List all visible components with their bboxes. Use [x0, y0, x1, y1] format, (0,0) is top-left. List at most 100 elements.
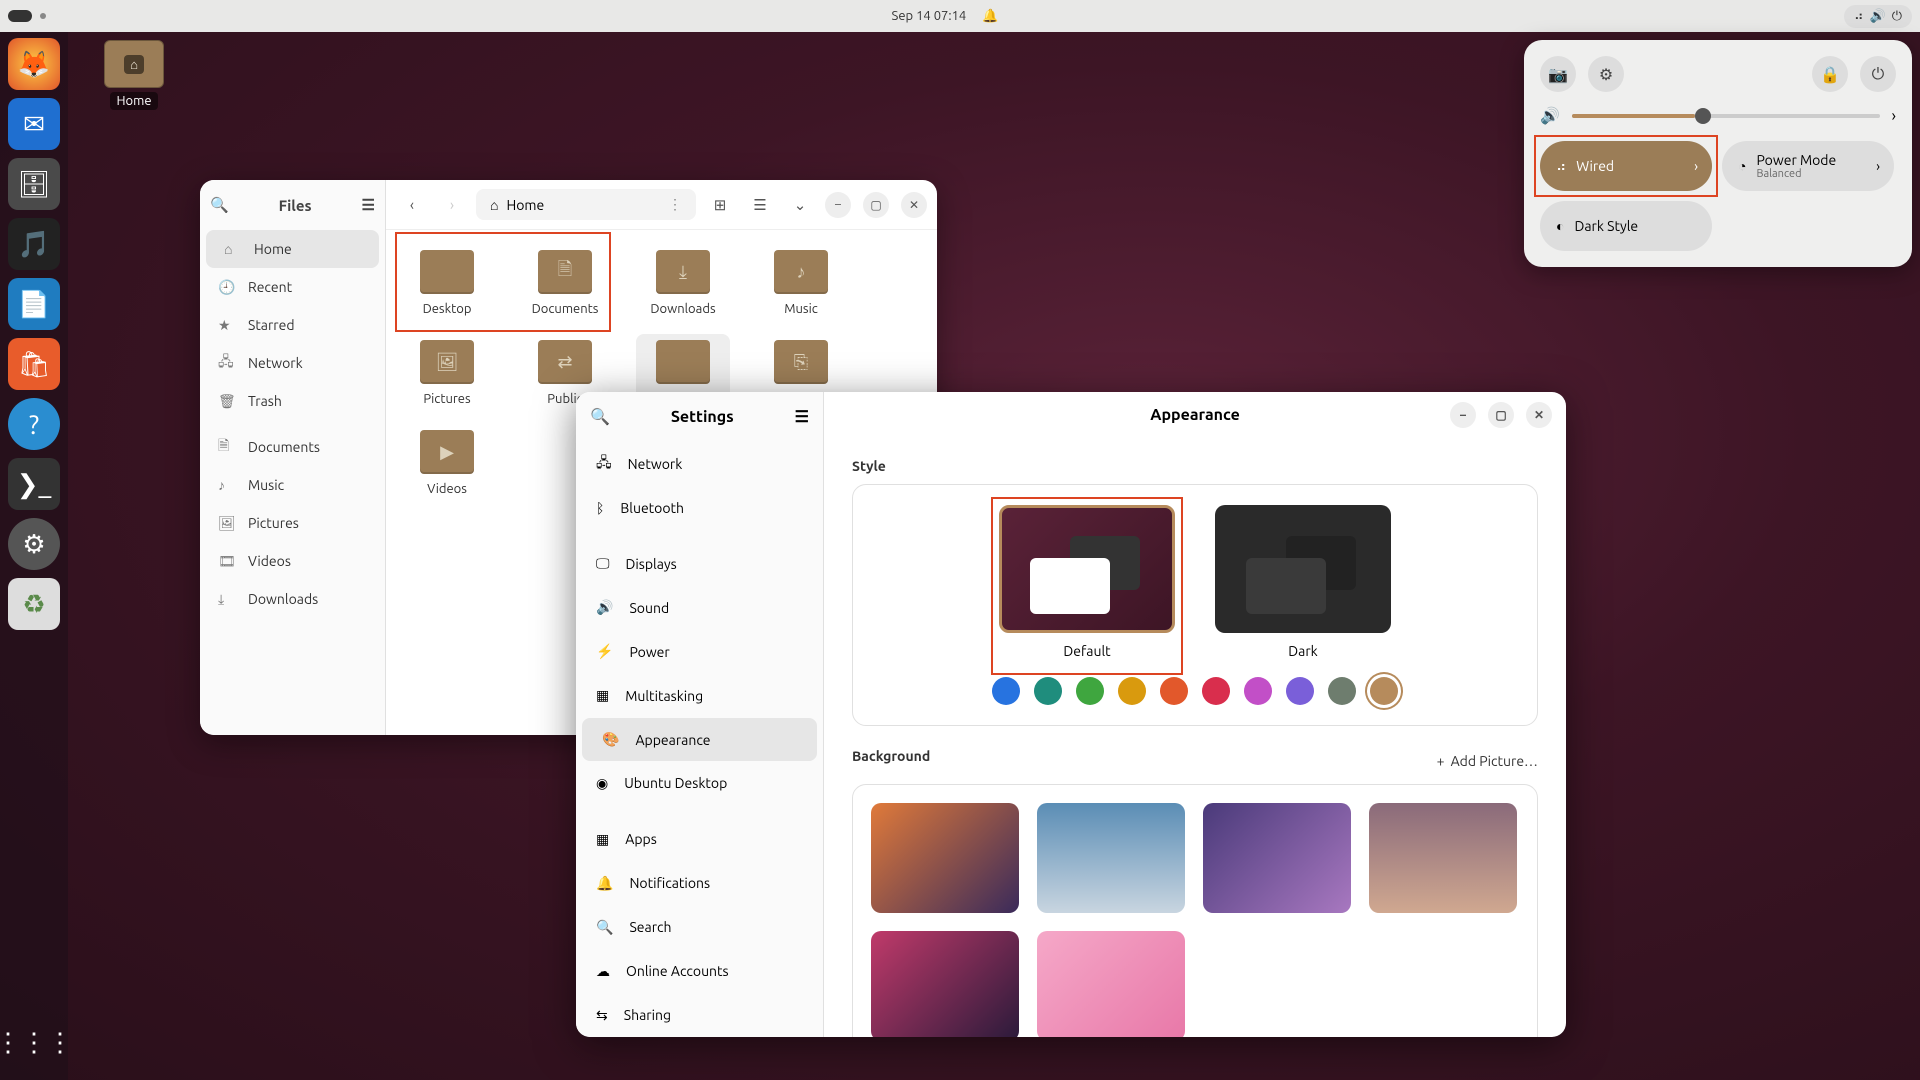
power-mode-toggle[interactable]: ◔ Power ModeBalanced › — [1722, 141, 1894, 191]
add-picture-button[interactable]: +Add Picture… — [1437, 753, 1538, 769]
background-option-0[interactable] — [871, 803, 1019, 913]
dock-help[interactable]: ? — [8, 398, 60, 450]
power-menu-button[interactable]: ⏻ — [1860, 56, 1896, 92]
moon-icon: ◐ — [1556, 218, 1564, 234]
new-tab-button[interactable]: ⊞ — [704, 189, 736, 221]
folder-pictures[interactable]: 🖼Pictures — [400, 334, 494, 412]
volume-slider[interactable] — [1572, 114, 1880, 118]
hamburger-icon[interactable]: ☰ — [795, 407, 809, 426]
screenshot-button[interactable]: 📷 — [1540, 56, 1576, 92]
dock-show-apps[interactable]: ⋮⋮⋮ — [8, 1016, 60, 1068]
background-option-4[interactable] — [871, 931, 1019, 1037]
nav-apps[interactable]: ▦Apps — [576, 817, 823, 861]
dock-settings[interactable]: ⚙ — [8, 518, 60, 570]
power-icon: ⚡ — [596, 643, 613, 660]
nav-online-accounts[interactable]: ☁Online Accounts — [576, 949, 823, 993]
path-bar[interactable]: ⌂Home⋮ — [476, 189, 696, 220]
accent-color-9[interactable] — [1370, 677, 1398, 705]
accent-color-0[interactable] — [992, 677, 1020, 705]
folder-documents[interactable]: 🗎Documents — [518, 244, 612, 322]
power-icon: ⏻ — [1892, 9, 1902, 24]
close-button[interactable]: ✕ — [901, 192, 927, 218]
background-option-1[interactable] — [1037, 803, 1185, 913]
view-list-button[interactable]: ☰ — [744, 189, 776, 221]
system-menu-button[interactable]: ⠴ 🔊 ⏻ — [1844, 5, 1912, 28]
accent-color-6[interactable] — [1244, 677, 1272, 705]
sidebar-item-videos[interactable]: 🎞Videos — [200, 542, 385, 580]
settings-shortcut-button[interactable]: ⚙ — [1588, 56, 1624, 92]
notification-bell-icon[interactable]: 🔔 — [982, 9, 998, 24]
style-default[interactable]: Default — [999, 505, 1175, 659]
desktop-home-folder[interactable]: ⌂ Home — [104, 40, 164, 108]
files-title: Files — [239, 197, 352, 214]
dock-software[interactable]: 🛍 — [8, 338, 60, 390]
dock-firefox[interactable]: 🦊 — [8, 38, 60, 90]
sidebar-item-home[interactable]: ⌂Home — [206, 230, 379, 268]
background-label: Background — [852, 748, 930, 764]
dock-terminal[interactable]: ❯_ — [8, 458, 60, 510]
forward-button[interactable]: › — [436, 189, 468, 221]
minimize-button[interactable]: – — [825, 192, 851, 218]
sidebar-item-downloads[interactable]: ⤓Downloads — [200, 580, 385, 618]
dock-files[interactable]: 🗄 — [8, 158, 60, 210]
sidebar-item-trash[interactable]: 🗑Trash — [200, 382, 385, 420]
back-button[interactable]: ‹ — [396, 189, 428, 221]
activities-button[interactable] — [8, 10, 32, 22]
accent-color-4[interactable] — [1160, 677, 1188, 705]
sidebar-item-recent[interactable]: 🕘Recent — [200, 268, 385, 306]
accent-color-3[interactable] — [1118, 677, 1146, 705]
nav-appearance[interactable]: 🎨Appearance — [582, 718, 817, 762]
hamburger-icon[interactable]: ☰ — [362, 196, 375, 214]
dock-trash[interactable]: ♻ — [8, 578, 60, 630]
close-button[interactable]: ✕ — [1526, 402, 1552, 428]
maximize-button[interactable]: ▢ — [863, 192, 889, 218]
sidebar-item-music[interactable]: ♪Music — [200, 466, 385, 504]
nav-multitasking[interactable]: ▦Multitasking — [576, 674, 823, 718]
lock-button[interactable]: 🔒 — [1812, 56, 1848, 92]
minimize-button[interactable]: – — [1450, 402, 1476, 428]
accent-color-8[interactable] — [1328, 677, 1356, 705]
nav-notifications[interactable]: 🔔Notifications — [576, 861, 823, 905]
background-option-5[interactable] — [1037, 931, 1185, 1037]
accent-color-7[interactable] — [1286, 677, 1314, 705]
nav-displays[interactable]: 🖵Displays — [576, 542, 823, 586]
dark-style-toggle[interactable]: ◐ Dark Style — [1540, 201, 1712, 251]
dock-writer[interactable]: 📄 — [8, 278, 60, 330]
view-dropdown[interactable]: ⌄ — [784, 189, 816, 221]
nav-power[interactable]: ⚡Power — [576, 630, 823, 674]
dock-rhythmbox[interactable]: 🎵 — [8, 218, 60, 270]
appearance-icon: 🎨 — [602, 731, 619, 748]
accent-color-1[interactable] — [1034, 677, 1062, 705]
background-option-2[interactable] — [1203, 803, 1351, 913]
search-icon[interactable]: 🔍 — [210, 196, 229, 214]
chevron-right-icon[interactable]: › — [1892, 107, 1897, 125]
sidebar-item-starred[interactable]: ★Starred — [200, 306, 385, 344]
sidebar-item-documents[interactable]: 🗎Documents — [200, 428, 385, 466]
volume-icon: 🔊 — [1540, 106, 1560, 125]
folder-desktop[interactable]: Desktop — [400, 244, 494, 322]
wired-toggle[interactable]: ⠴ Wired › — [1540, 141, 1712, 191]
folder-downloads[interactable]: ⤓Downloads — [636, 244, 730, 322]
sidebar-item-network[interactable]: 🖧Network — [200, 344, 385, 382]
accent-color-2[interactable] — [1076, 677, 1104, 705]
nav-search[interactable]: 🔍Search — [576, 905, 823, 949]
sidebar-item-pictures[interactable]: 🖼Pictures — [200, 504, 385, 542]
clock[interactable]: Sep 14 07:14 — [892, 9, 967, 23]
nav-network[interactable]: 🖧Network — [576, 442, 823, 486]
ubuntu-icon: ◉ — [596, 775, 608, 792]
path-menu-icon[interactable]: ⋮ — [668, 196, 682, 213]
dock-thunderbird[interactable]: ✉ — [8, 98, 60, 150]
style-dark[interactable]: Dark — [1215, 505, 1391, 659]
nav-bluetooth[interactable]: ᛒBluetooth — [576, 486, 823, 530]
folder-videos[interactable]: ▶Videos — [400, 424, 494, 502]
nav-sound[interactable]: 🔊Sound — [576, 586, 823, 630]
search-icon[interactable]: 🔍 — [590, 407, 610, 426]
network-icon: 🖧 — [218, 351, 234, 375]
nav-ubuntu-desktop[interactable]: ◉Ubuntu Desktop — [576, 761, 823, 805]
folder-music[interactable]: ♪Music — [754, 244, 848, 322]
accent-color-5[interactable] — [1202, 677, 1230, 705]
nav-sharing[interactable]: ⇆Sharing — [576, 993, 823, 1037]
background-option-3[interactable] — [1369, 803, 1517, 913]
maximize-button[interactable]: ▢ — [1488, 402, 1514, 428]
home-icon: ⌂ — [124, 55, 144, 74]
